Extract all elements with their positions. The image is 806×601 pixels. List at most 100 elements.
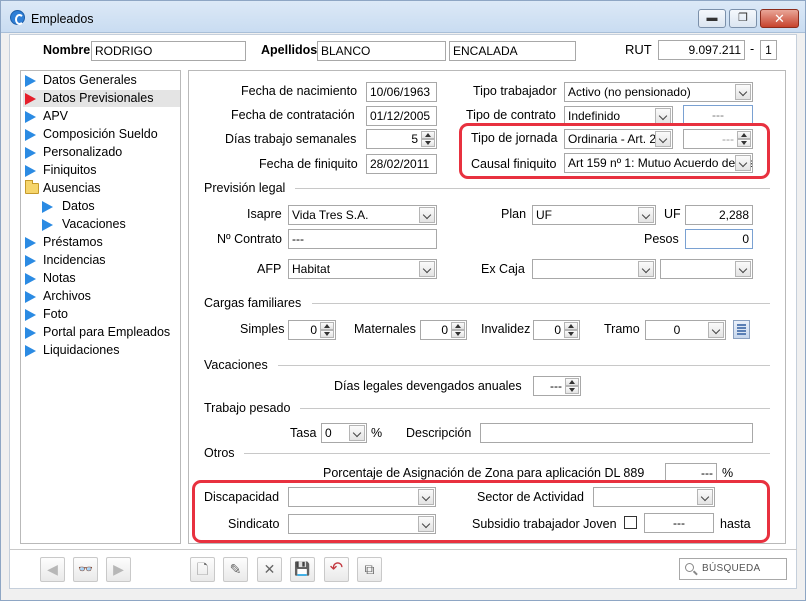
- chevron-down-icon[interactable]: [638, 261, 654, 277]
- chevron-down-icon[interactable]: [419, 207, 435, 223]
- tipo-trabajador-label: Tipo trabajador: [473, 84, 557, 98]
- next-record-button[interactable]: ▶: [106, 557, 131, 582]
- binoculars-icon[interactable]: 👓: [73, 557, 98, 582]
- spin-up-icon[interactable]: [421, 131, 435, 139]
- title-bar[interactable]: Empleados ▬ ❐ ✕: [1, 1, 805, 33]
- maternales-stepper[interactable]: 0: [420, 320, 467, 340]
- undo-button[interactable]: ↶: [324, 557, 349, 582]
- dias-trabajo-value: 5: [411, 132, 418, 146]
- simples-value: 0: [310, 323, 317, 337]
- excaja-select-1[interactable]: [532, 259, 656, 279]
- tasa-select[interactable]: 0: [321, 423, 367, 443]
- chevron-down-icon[interactable]: [735, 84, 751, 100]
- chevron-down-icon[interactable]: [419, 261, 435, 277]
- blue-triangle-icon: [25, 291, 36, 303]
- invalidez-value: 0: [554, 323, 561, 337]
- spin-down-icon[interactable]: [451, 330, 465, 338]
- excaja-select-2[interactable]: [660, 259, 753, 279]
- fecha-contratacion-label: Fecha de contratación: [231, 108, 355, 122]
- maternales-label: Maternales: [354, 322, 416, 336]
- blue-triangle-icon: [25, 111, 36, 123]
- simples-stepper[interactable]: 0: [288, 320, 336, 340]
- chevron-down-icon[interactable]: [735, 261, 751, 277]
- dias-legales-stepper[interactable]: ---: [533, 376, 581, 396]
- spin-up-icon[interactable]: [565, 378, 579, 386]
- chevron-down-icon[interactable]: [655, 108, 671, 124]
- previous-record-button[interactable]: ◀: [40, 557, 65, 582]
- isapre-value: Vida Tres S.A.: [292, 208, 369, 222]
- isapre-select[interactable]: Vida Tres S.A.: [288, 205, 437, 225]
- apellidos-label: Apellidos: [261, 43, 318, 57]
- spin-down-icon[interactable]: [565, 386, 579, 394]
- maximize-button[interactable]: ❐: [729, 9, 757, 28]
- blue-triangle-icon: [25, 165, 36, 177]
- descripcion-field[interactable]: [480, 423, 753, 443]
- prevision-section-title: Previsión legal: [204, 181, 286, 195]
- blue-triangle-icon: [25, 75, 36, 87]
- spin-down-icon[interactable]: [564, 330, 578, 338]
- fecha-nacimiento-field[interactable]: 10/06/1963: [366, 82, 437, 102]
- isapre-label: Isapre: [247, 207, 282, 221]
- excaja-label: Ex Caja: [481, 262, 525, 276]
- descripcion-label: Descripción: [406, 426, 472, 440]
- blue-triangle-icon: [25, 327, 36, 339]
- tramo-select[interactable]: 0: [645, 320, 726, 340]
- spin-up-icon[interactable]: [564, 322, 578, 330]
- red-triangle-icon: [25, 93, 36, 105]
- plan-label: Plan: [501, 207, 527, 221]
- fecha-finiquito-label: Fecha de finiquito: [259, 157, 358, 171]
- afp-label: AFP: [257, 262, 282, 276]
- tasa-unit: %: [371, 426, 383, 440]
- copy-button[interactable]: ⧉: [357, 557, 382, 582]
- blue-triangle-icon: [42, 219, 53, 231]
- rut-dv-field[interactable]: 1: [760, 40, 777, 60]
- spin-up-icon[interactable]: [451, 322, 465, 330]
- tipo-contrato-value: Indefinido: [568, 109, 621, 123]
- contrato-field[interactable]: ---: [288, 229, 437, 249]
- fecha-nacimiento-label: Fecha de nacimiento: [241, 84, 358, 98]
- tramo-table-icon[interactable]: [733, 320, 750, 339]
- chevron-down-icon[interactable]: [349, 425, 365, 441]
- dias-trabajo-stepper[interactable]: 5: [366, 129, 437, 149]
- pesos-field[interactable]: 0: [685, 229, 753, 249]
- tipo-contrato-label: Tipo de contrato: [466, 108, 556, 122]
- invalidez-stepper[interactable]: 0: [533, 320, 580, 340]
- chevron-down-icon[interactable]: [708, 322, 724, 338]
- invalidez-label: Invalidez: [481, 322, 531, 336]
- fecha-finiquito-field[interactable]: 28/02/2011: [366, 154, 437, 174]
- blue-triangle-icon: [25, 129, 36, 141]
- sidebar-item-datos-previsionales[interactable]: Datos Previsionales: [23, 90, 180, 107]
- new-record-button[interactable]: 🗋: [190, 557, 215, 582]
- search-box[interactable]: BÚSQUEDA: [679, 558, 787, 580]
- divider: [10, 549, 797, 550]
- minimize-button[interactable]: ▬: [698, 9, 726, 28]
- cargas-section-title: Cargas familiares: [204, 296, 302, 310]
- fecha-contratacion-field[interactable]: 01/12/2005: [366, 106, 437, 126]
- tipo-trabajador-select[interactable]: Activo (no pensionado): [564, 82, 753, 102]
- spin-down-icon[interactable]: [421, 139, 435, 147]
- folder-icon: [25, 180, 39, 194]
- uf-field[interactable]: 2,288: [685, 205, 753, 225]
- tipo-contrato-extra-field[interactable]: ---: [683, 105, 753, 125]
- tipo-trabajador-value: Activo (no pensionado): [568, 85, 691, 99]
- apellido-materno-field[interactable]: ENCALADA: [449, 41, 576, 61]
- chevron-down-icon[interactable]: [638, 207, 654, 223]
- edit-button[interactable]: ✎: [223, 557, 248, 582]
- porcentaje-label: Porcentaje de Asignación de Zona para ap…: [323, 466, 645, 480]
- rut-separator: -: [750, 42, 755, 56]
- pesos-label: Pesos: [644, 232, 679, 246]
- spin-up-icon[interactable]: [320, 322, 334, 330]
- save-button[interactable]: 💾: [290, 557, 315, 582]
- highlight-otros: [192, 480, 770, 543]
- nombre-field[interactable]: RODRIGO: [91, 41, 246, 61]
- tasa-value: 0: [325, 426, 332, 440]
- spin-down-icon[interactable]: [320, 330, 334, 338]
- apellido-paterno-field[interactable]: BLANCO: [317, 41, 446, 61]
- close-button[interactable]: ✕: [760, 9, 799, 28]
- blue-triangle-icon: [25, 237, 36, 249]
- divider: [295, 188, 770, 189]
- rut-field[interactable]: 9.097.211: [658, 40, 745, 60]
- plan-select[interactable]: UF: [532, 205, 656, 225]
- afp-select[interactable]: Habitat: [288, 259, 437, 279]
- delete-button[interactable]: ✕: [257, 557, 282, 582]
